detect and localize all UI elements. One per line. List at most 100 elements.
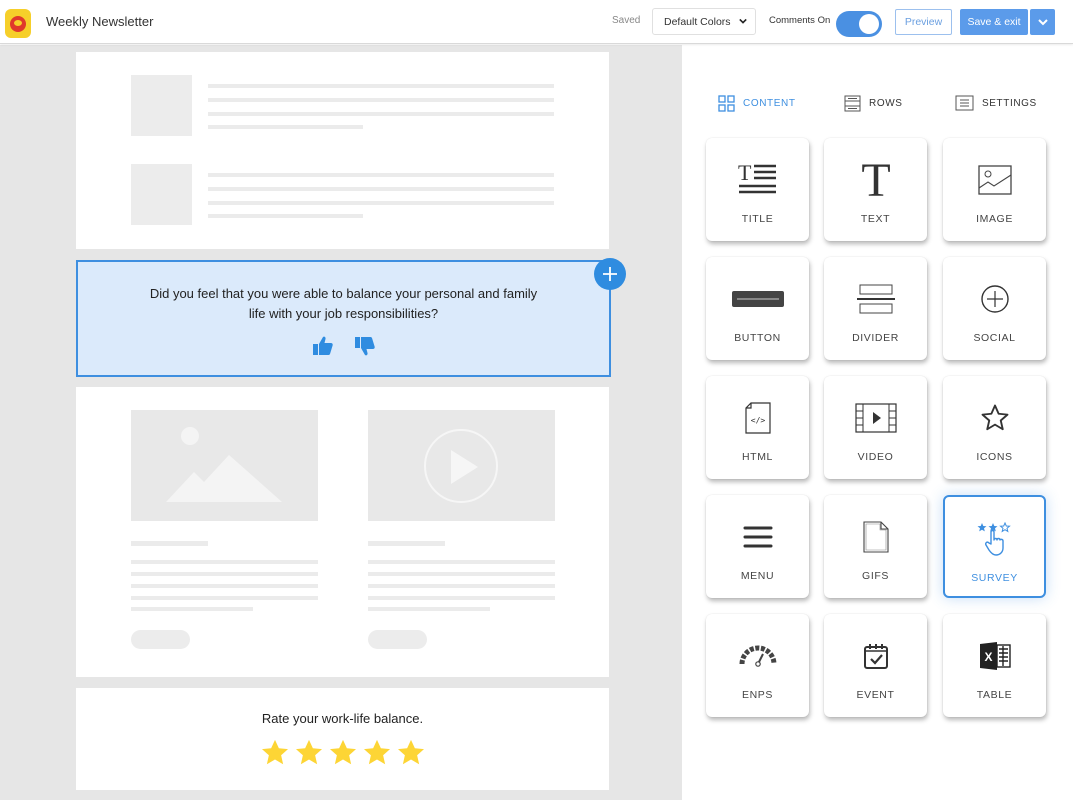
video-icon (824, 398, 927, 438)
tile-label: TITLE (741, 213, 774, 225)
content-tile-button[interactable]: BUTTON (706, 257, 809, 360)
rating-question: Rate your work-life balance. (261, 711, 424, 726)
content-tile-survey[interactable]: SURVEY (943, 495, 1046, 598)
tile-label: SOCIAL (973, 332, 1016, 344)
social-icon (943, 279, 1046, 319)
tab-rows[interactable]: ROWS (844, 95, 903, 112)
chevron-down-icon (1037, 19, 1048, 26)
survey-question: Did you feel that you were able to balan… (149, 286, 538, 321)
add-block-button[interactable] (594, 258, 626, 290)
tile-label: TABLE (976, 689, 1013, 701)
text-line-placeholder (208, 187, 554, 191)
svg-text:T: T (861, 158, 890, 202)
text-line-placeholder (368, 584, 555, 588)
divider-icon (824, 279, 927, 319)
text-line-placeholder (208, 214, 363, 218)
newsletter-title[interactable]: Weekly Newsletter (46, 14, 153, 29)
star-icon[interactable] (294, 738, 324, 768)
save-options-dropdown[interactable] (1030, 9, 1055, 35)
content-tile-image[interactable]: IMAGE (943, 138, 1046, 241)
text-line-placeholder (131, 560, 318, 564)
tile-label: SURVEY (971, 572, 1018, 584)
two-column-media-block[interactable] (76, 387, 609, 677)
chevron-down-icon (739, 18, 747, 24)
text-line-placeholder (208, 98, 554, 102)
tile-label: VIDEO (857, 451, 894, 463)
content-tile-divider[interactable]: DIVIDER (824, 257, 927, 360)
tile-label: ICONS (976, 451, 1013, 463)
tile-label: GIFS (862, 570, 889, 582)
content-tile-enps[interactable]: ENPS (706, 614, 809, 717)
image-icon (943, 160, 1046, 200)
grid-icon (718, 95, 735, 112)
survey-answer-options (78, 334, 609, 358)
tab-settings-label: SETTINGS (982, 97, 1037, 109)
svg-text:T: T (738, 162, 752, 185)
thumbs-up-icon[interactable] (311, 334, 335, 358)
thumbnail-placeholder (131, 164, 192, 225)
star-icon[interactable] (328, 738, 358, 768)
content-tile-video[interactable]: VIDEO (824, 376, 927, 479)
landscape-icon (166, 427, 282, 502)
text-line-placeholder (368, 572, 555, 576)
app-logo[interactable] (5, 9, 31, 38)
text-line-placeholder (131, 572, 318, 576)
play-icon (424, 429, 498, 503)
logo-icon (10, 15, 26, 32)
tile-label: BUTTON (734, 332, 781, 344)
tab-content[interactable]: CONTENT (718, 95, 796, 112)
survey-icon (945, 519, 1044, 559)
toggle-knob (859, 14, 879, 34)
text-line-placeholder (208, 201, 554, 205)
email-canvas: Did you feel that you were able to balan… (0, 45, 682, 800)
text-line-placeholder (368, 607, 490, 611)
tab-rows-label: ROWS (869, 98, 903, 109)
tile-label: ENPS (742, 689, 773, 701)
text-line-placeholder (368, 596, 555, 600)
video-placeholder (368, 410, 555, 521)
tile-label: DIVIDER (852, 332, 899, 344)
text-line-placeholder (368, 560, 555, 564)
article-list-block[interactable] (76, 52, 609, 249)
star-icon (943, 398, 1046, 438)
content-panel: CONTENT ROWS SETTINGS T TITLE T TEXT IMAGE BU… (682, 45, 1073, 800)
tile-label: EVENT (856, 689, 895, 701)
content-tile-html[interactable]: </> HTML (706, 376, 809, 479)
star-icon[interactable] (362, 738, 392, 768)
thumbs-down-icon[interactable] (353, 334, 377, 358)
content-tile-gifs[interactable]: GIFS (824, 495, 927, 598)
plus-icon (603, 267, 617, 281)
gif-icon (824, 517, 927, 557)
button-icon (706, 279, 809, 319)
star-rating (76, 738, 609, 768)
survey-block[interactable]: Did you feel that you were able to balan… (76, 260, 611, 377)
color-scheme-value: Default Colors (664, 15, 731, 28)
excel-icon: X (943, 636, 1046, 676)
preview-button[interactable]: Preview (895, 9, 952, 35)
content-tile-social[interactable]: SOCIAL (943, 257, 1046, 360)
comments-toggle[interactable] (836, 11, 882, 37)
content-tile-title[interactable]: T TITLE (706, 138, 809, 241)
color-scheme-select[interactable]: Default Colors (652, 8, 756, 35)
save-exit-button[interactable]: Save & exit (960, 9, 1028, 35)
tab-settings[interactable]: SETTINGS (955, 95, 1037, 111)
svg-text:X: X (984, 650, 992, 664)
title-icon: T (706, 160, 809, 200)
thumbnail-placeholder (131, 75, 192, 136)
tile-label: IMAGE (976, 213, 1013, 225)
text-line-placeholder (131, 584, 318, 588)
tile-label: MENU (740, 570, 775, 582)
heading-line-placeholder (368, 541, 445, 546)
rating-block[interactable]: Rate your work-life balance. (76, 688, 609, 790)
tab-content-label: CONTENT (743, 98, 796, 109)
text-line-placeholder (131, 607, 253, 611)
star-icon[interactable] (396, 738, 426, 768)
button-placeholder (368, 630, 427, 649)
content-tile-menu[interactable]: MENU (706, 495, 809, 598)
content-tile-event[interactable]: EVENT (824, 614, 927, 717)
content-tile-text[interactable]: T TEXT (824, 138, 927, 241)
content-tile-table[interactable]: X TABLE (943, 614, 1046, 717)
star-icon[interactable] (260, 738, 290, 768)
content-tile-icons[interactable]: ICONS (943, 376, 1046, 479)
svg-text:</>: </> (750, 416, 765, 425)
